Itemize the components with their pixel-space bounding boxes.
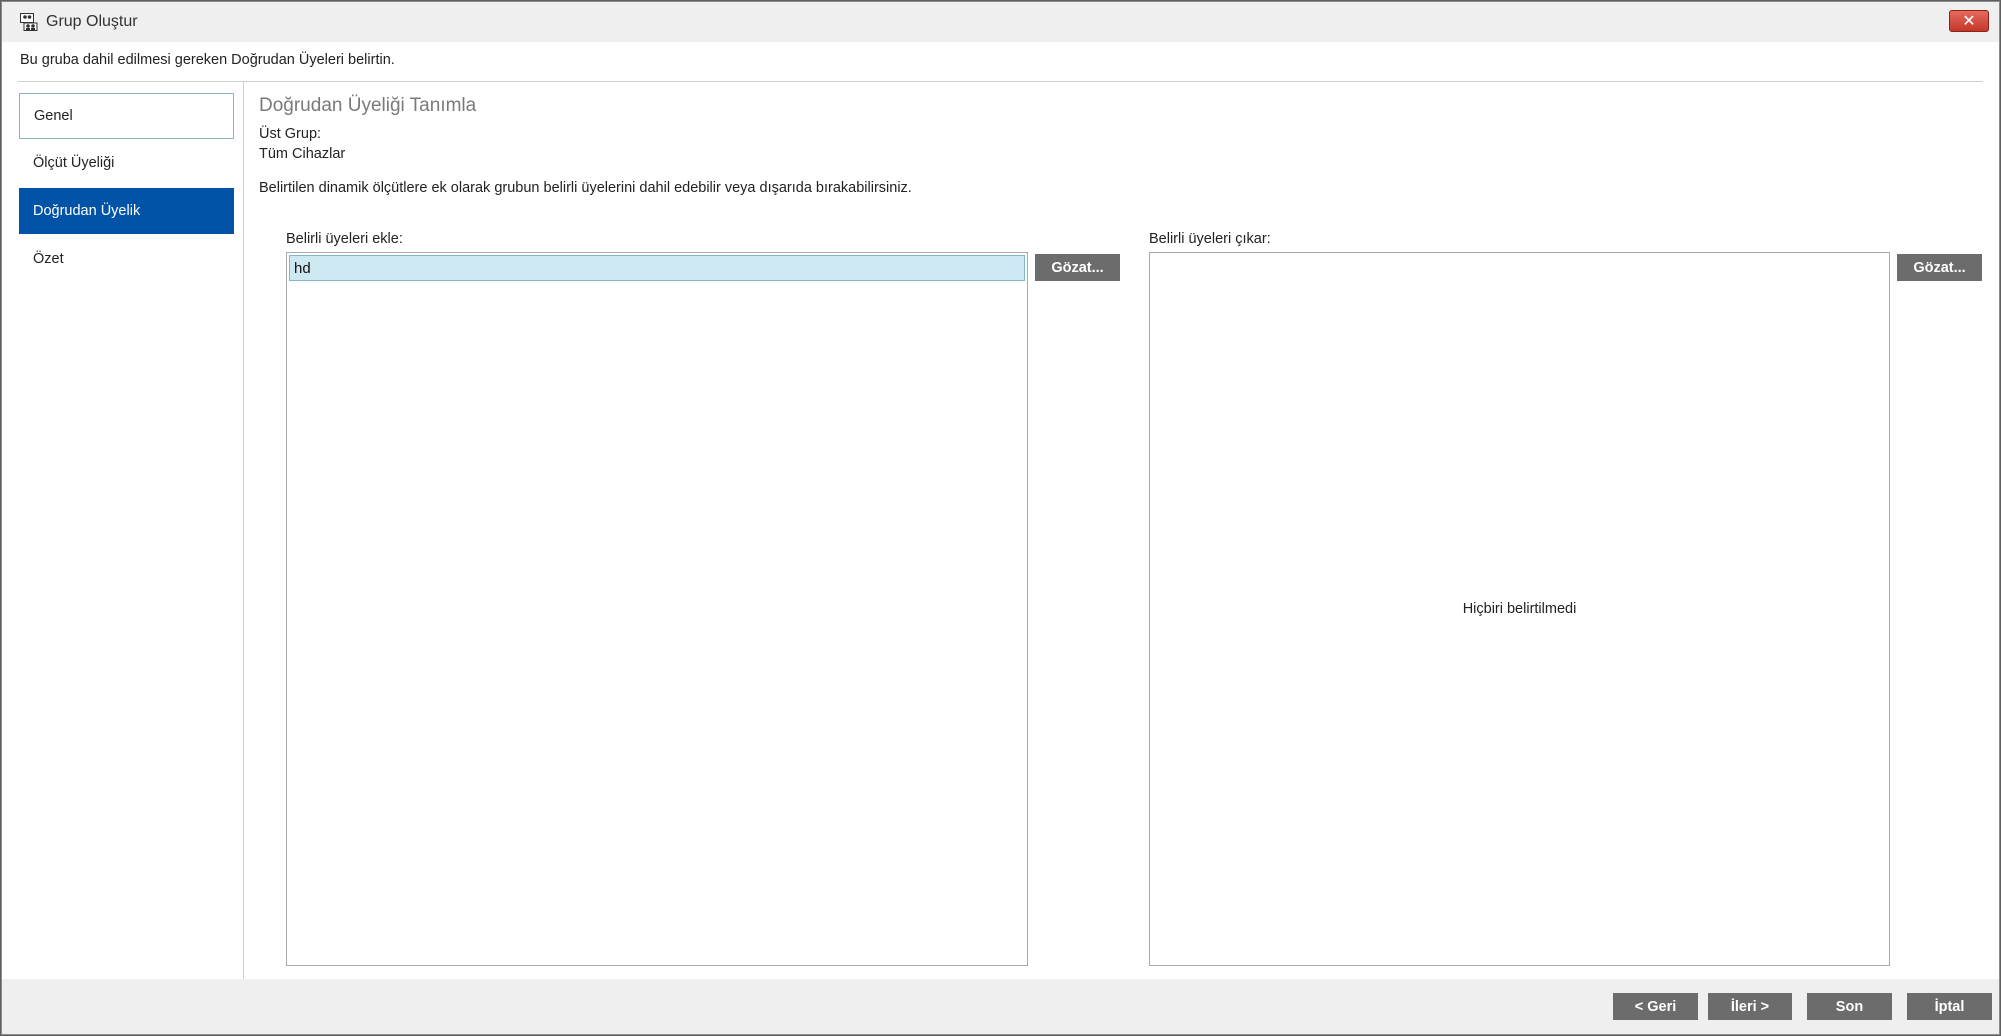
- group-icon: [20, 13, 42, 31]
- nav-item-label: Özet: [33, 251, 64, 267]
- nav-item-label: Genel: [34, 108, 73, 124]
- wizard-footer: < Geri İleri > Son İptal: [2, 979, 1999, 1034]
- title-bar: Grup Oluştur ✕: [2, 2, 1999, 42]
- next-button[interactable]: İleri >: [1708, 993, 1792, 1020]
- nav-item-summary[interactable]: Özet: [19, 236, 234, 282]
- nav-item-label: Doğrudan Üyelik: [33, 203, 141, 219]
- close-icon: ✕: [1962, 13, 1976, 30]
- header-divider: [18, 81, 1983, 82]
- nav-item-general[interactable]: Genel: [19, 93, 234, 139]
- list-item[interactable]: hd: [289, 255, 1025, 281]
- instruction-text: Bu gruba dahil edilmesi gereken Doğrudan…: [20, 52, 395, 68]
- nav-item-direct-membership[interactable]: Doğrudan Üyelik: [19, 188, 234, 234]
- exclude-browse-button[interactable]: Gözat...: [1897, 254, 1982, 281]
- finish-button[interactable]: Son: [1807, 993, 1892, 1020]
- empty-list-text: Hiçbiri belirtilmedi: [1462, 601, 1577, 617]
- exclude-members-label: Belirli üyeleri çıkar:: [1149, 231, 1271, 247]
- cancel-button[interactable]: İptal: [1907, 993, 1992, 1020]
- wizard-nav: Genel Ölçüt Üyeliği Doğrudan Üyelik Özet: [2, 82, 244, 982]
- nav-item-criteria-membership[interactable]: Ölçüt Üyeliği: [19, 140, 234, 186]
- back-button[interactable]: < Geri: [1613, 993, 1698, 1020]
- parent-group-label: Üst Grup:: [259, 126, 322, 142]
- window-title: Grup Oluştur: [46, 13, 138, 30]
- parent-group-value: Tüm Cihazlar: [259, 146, 346, 162]
- close-button[interactable]: ✕: [1949, 10, 1989, 32]
- page-title: Doğrudan Üyeliği Tanımla: [259, 95, 477, 116]
- nav-item-label: Ölçüt Üyeliği: [33, 155, 115, 171]
- include-members-label: Belirli üyeleri ekle:: [286, 231, 403, 247]
- include-browse-button[interactable]: Gözat...: [1035, 254, 1120, 281]
- exclude-members-list[interactable]: Hiçbiri belirtilmedi: [1149, 252, 1890, 966]
- create-group-window: Grup Oluştur ✕ Bu gruba dahil edilmesi g…: [1, 1, 2000, 1035]
- include-members-list[interactable]: hd: [286, 252, 1028, 966]
- description-text: Belirtilen dinamik ölçütlere ek olarak g…: [259, 180, 912, 196]
